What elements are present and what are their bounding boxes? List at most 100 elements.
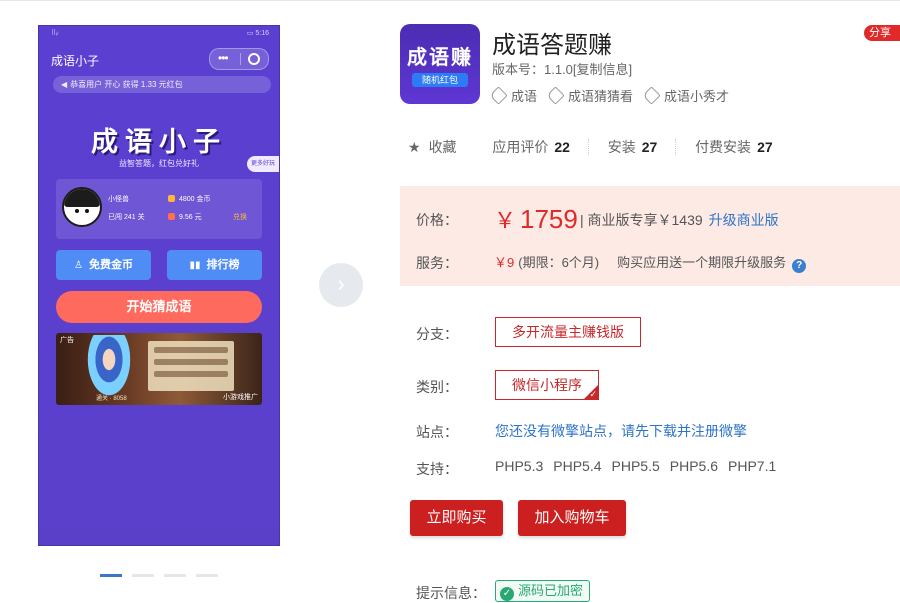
close-ring-icon: [248, 53, 260, 65]
php-version-list: PHP5.3 PHP5.4 PHP5.5 PHP5.6 PHP7.1: [495, 458, 786, 474]
service-label: 服务：: [416, 255, 458, 271]
coin-icon: [168, 195, 175, 202]
check-icon: ✓: [589, 389, 597, 399]
carousel-dot[interactable]: [196, 574, 218, 577]
app-stats: ★ 收藏 应用评价 22 安装 27 付费安装 27: [408, 137, 773, 157]
category-label: 类别：: [416, 379, 458, 395]
carousel-dot[interactable]: [132, 574, 154, 577]
ad-label: 广告: [60, 337, 74, 344]
preview-level: 已闯 241 关: [108, 214, 145, 221]
service-price: ￥9: [494, 255, 515, 270]
tag-icon: [546, 86, 565, 105]
business-price: | 商业版专享￥1439 升级商业版: [580, 210, 779, 230]
panel-row: [154, 347, 228, 353]
tag-list: 成语 成语猜猜看 成语小秀才: [489, 86, 741, 105]
php-version: PHP5.5: [611, 458, 660, 474]
tag-item[interactable]: 成语小秀才: [642, 86, 730, 105]
category-value: 微信小程序: [512, 377, 582, 393]
rating-count: 22: [554, 139, 570, 155]
app-preview-screenshot: ⠿ᵢₗ ▭ 5:16 成语小子 ••• ◀ 恭喜用户 开心 获得 1.33 元红包…: [38, 25, 280, 546]
battery-time: ▭ 5:16: [246, 30, 269, 37]
preview-ad-banner: 广告 通关 · 8058 小游戏推广: [56, 333, 262, 405]
phone-status-bar: ⠿ᵢₗ ▭ 5:16: [39, 26, 279, 40]
branch-option[interactable]: 多开流量主赚钱版: [495, 317, 641, 347]
cash-icon: [168, 213, 175, 220]
avatar-eye: [85, 209, 89, 213]
php-version: PHP7.1: [728, 458, 777, 474]
php-version: PHP5.4: [553, 458, 602, 474]
preview-start-button: 开始猜成语: [56, 291, 262, 323]
bar-chart-icon: ▮▮: [189, 260, 201, 271]
more-games-tab: 更多好玩: [247, 156, 279, 172]
encrypted-text: 源码已加密: [518, 583, 584, 598]
chevron-right-icon: ›: [337, 271, 345, 296]
preview-username: 小怪兽: [108, 196, 129, 203]
price-amount: 1759: [520, 204, 578, 234]
panel-row: [154, 359, 228, 365]
notice-text: 恭喜用户 开心 获得 1.33 元红包: [70, 80, 183, 89]
help-icon[interactable]: ?: [792, 259, 807, 273]
banner-mini-game-label: 小游戏推广: [223, 394, 258, 401]
cash-value: 9.56 元: [179, 214, 202, 221]
install-stat: 安装 27: [608, 137, 658, 157]
user-icon: ♙: [74, 260, 83, 271]
tag-item[interactable]: 成语猜猜看: [546, 86, 634, 105]
support-label: 支持：: [416, 461, 458, 477]
coins-value: 4800 金币: [179, 196, 211, 203]
tag-icon: [642, 86, 661, 105]
app-title: 成语答题赚: [492, 32, 612, 59]
tag-item[interactable]: 成语: [489, 86, 538, 105]
leaderboard-label: 排行榜: [206, 259, 240, 271]
share-badge[interactable]: 分享有: [864, 25, 900, 55]
favorite-label: 收藏: [428, 139, 457, 155]
banner-caption: 通关 · 8058: [96, 396, 127, 402]
paid-install-stat: 付费安装 27: [695, 137, 773, 157]
preview-title: 成语小子: [51, 54, 100, 68]
tag-label: 成语小秀才: [664, 89, 730, 104]
top-divider: [0, 0, 900, 1]
carousel-indicators: [100, 564, 228, 582]
preview-notice: ◀ 恭喜用户 开心 获得 1.33 元红包: [53, 76, 271, 93]
category-option[interactable]: 微信小程序 ✓: [495, 370, 599, 400]
service-term: (期限：6个月): [518, 255, 600, 270]
favorite-button[interactable]: ★ 收藏: [408, 137, 457, 157]
carousel-dot[interactable]: [164, 574, 186, 577]
speaker-icon: ◀: [61, 80, 68, 89]
banner-game-panel: [148, 341, 234, 391]
yen-symbol: ￥: [494, 208, 517, 233]
app-icon-text: 成语赚: [407, 45, 473, 69]
free-coins-label: 免费金币: [88, 259, 133, 271]
preview-free-coins-button: ♙ 免费金币: [56, 250, 151, 280]
tag-label: 成语: [511, 89, 538, 104]
encrypted-badge: ✓ 源码已加密: [495, 580, 591, 602]
price-panel: 价格： ￥ 1759 | 商业版专享￥1439 升级商业版 服务： ￥9 (期限：6个…: [400, 186, 900, 286]
app-icon: 成语赚 随机红包: [400, 24, 480, 104]
check-circle-icon: ✓: [500, 587, 514, 601]
avatar-eye: [75, 209, 79, 213]
panel-row: [154, 371, 228, 377]
signal-icon: ⠿ᵢₗ: [51, 30, 59, 37]
site-label: 站点：: [416, 424, 458, 440]
preview-subtitle: 益智答题，红包兑好礼: [119, 159, 199, 168]
app-icon-badge: 随机红包: [412, 73, 468, 87]
next-screenshot-button[interactable]: ›: [319, 263, 363, 307]
php-version: PHP5.6: [669, 458, 718, 474]
avatar-hair: [64, 189, 100, 207]
php-version: PHP5.3: [495, 458, 544, 474]
upgrade-business-link[interactable]: 升级商业版: [709, 212, 779, 228]
rating-label: 应用评价: [492, 139, 549, 155]
version-info[interactable]: 版本号：1.1.0[复制信息]: [492, 59, 632, 78]
carousel-dot[interactable]: [100, 574, 122, 577]
install-count: 27: [641, 139, 658, 155]
stat-divider: [587, 139, 590, 155]
register-site-link[interactable]: 您还没有微擎站点，请先下载并注册微擎: [495, 421, 747, 441]
rating-stat[interactable]: 应用评价 22: [492, 137, 570, 157]
service-info: ￥9 (期限：6个月) 购买应用送一个期限升级服务?: [494, 252, 807, 273]
preview-logo: 成语小子: [91, 127, 227, 157]
stat-divider: [675, 139, 677, 155]
buy-now-button[interactable]: 立即购买: [410, 500, 503, 536]
add-to-cart-button[interactable]: 加入购物车: [518, 500, 626, 536]
paid-label: 付费安装: [695, 139, 752, 155]
tag-label: 成语猜猜看: [568, 89, 634, 104]
preview-user-card: 小怪兽 已闯 241 关 4800 金币 9.56 元 兑换: [56, 179, 262, 239]
